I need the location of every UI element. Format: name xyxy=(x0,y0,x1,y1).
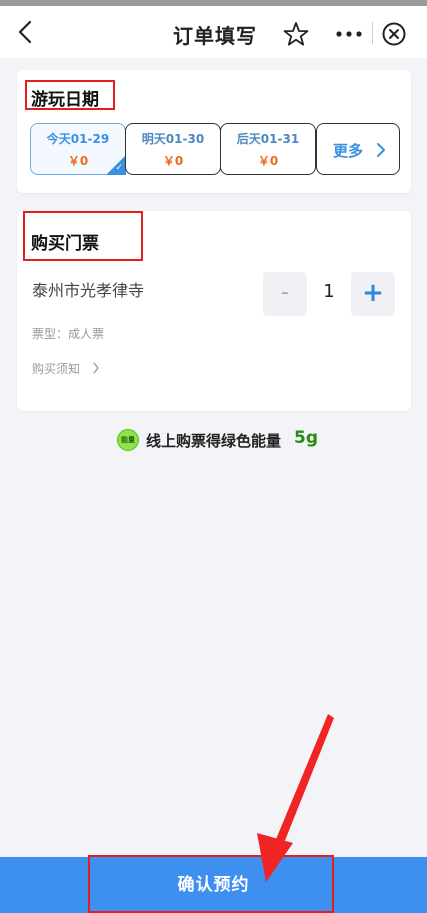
ticket-card: 购买门票 泰州市光孝律寺 - 1 + 票型：成人票 购买须知 xyxy=(17,211,411,411)
energy-icon: 能量 xyxy=(117,429,139,451)
date-option-day-after[interactable]: 后天01-31 ￥0 xyxy=(220,123,316,175)
energy-amount: 5g xyxy=(294,428,318,448)
energy-text: 线上购票得绿色能量 xyxy=(146,432,282,450)
chevron-right-icon xyxy=(93,362,99,374)
nav-divider xyxy=(372,22,373,44)
date-option-today[interactable]: 今天01-29 ￥0 ✓ xyxy=(30,123,126,175)
star-icon[interactable] xyxy=(283,21,309,47)
ticket-type: 票型：成人票 xyxy=(32,327,105,341)
date-option-label: 后天01-31 xyxy=(236,132,300,146)
date-option-label: 今天01-29 xyxy=(46,132,110,146)
date-option-price: ￥0 xyxy=(162,154,184,168)
quantity-decrease-button[interactable]: - xyxy=(263,272,307,316)
date-option-label: 明天01-30 xyxy=(141,132,205,146)
date-option-price: ￥0 xyxy=(257,154,279,168)
more-dates-button[interactable]: 更多 xyxy=(316,123,400,175)
more-dots-icon[interactable] xyxy=(334,24,364,44)
back-arrow-icon[interactable] xyxy=(12,18,40,46)
date-option-tomorrow[interactable]: 明天01-30 ￥0 xyxy=(125,123,221,175)
check-icon: ✓ xyxy=(115,163,123,173)
arrow-shaft xyxy=(274,714,334,848)
date-section-title: 游玩日期 xyxy=(31,90,99,110)
purchase-notice-link[interactable]: 购买须知 xyxy=(32,360,80,377)
nav-bar: 订单填写 xyxy=(0,6,427,58)
visit-date-card: 游玩日期 今天01-29 ￥0 ✓ 明天01-30 ￥0 后天01-31 ￥0 … xyxy=(17,70,411,193)
chevron-right-icon xyxy=(377,143,385,157)
ticket-section-title: 购买门票 xyxy=(31,234,99,254)
page-title: 订单填写 xyxy=(173,24,257,48)
confirm-button-highlight xyxy=(88,855,334,913)
more-dates-label: 更多 xyxy=(333,142,364,160)
quantity-increase-button[interactable]: + xyxy=(351,272,395,316)
bottom-action-bar: 确认预约 xyxy=(0,855,427,913)
ticket-name: 泰州市光孝律寺 xyxy=(32,281,145,300)
close-circle-icon[interactable] xyxy=(381,21,407,47)
quantity-value: 1 xyxy=(323,281,335,302)
